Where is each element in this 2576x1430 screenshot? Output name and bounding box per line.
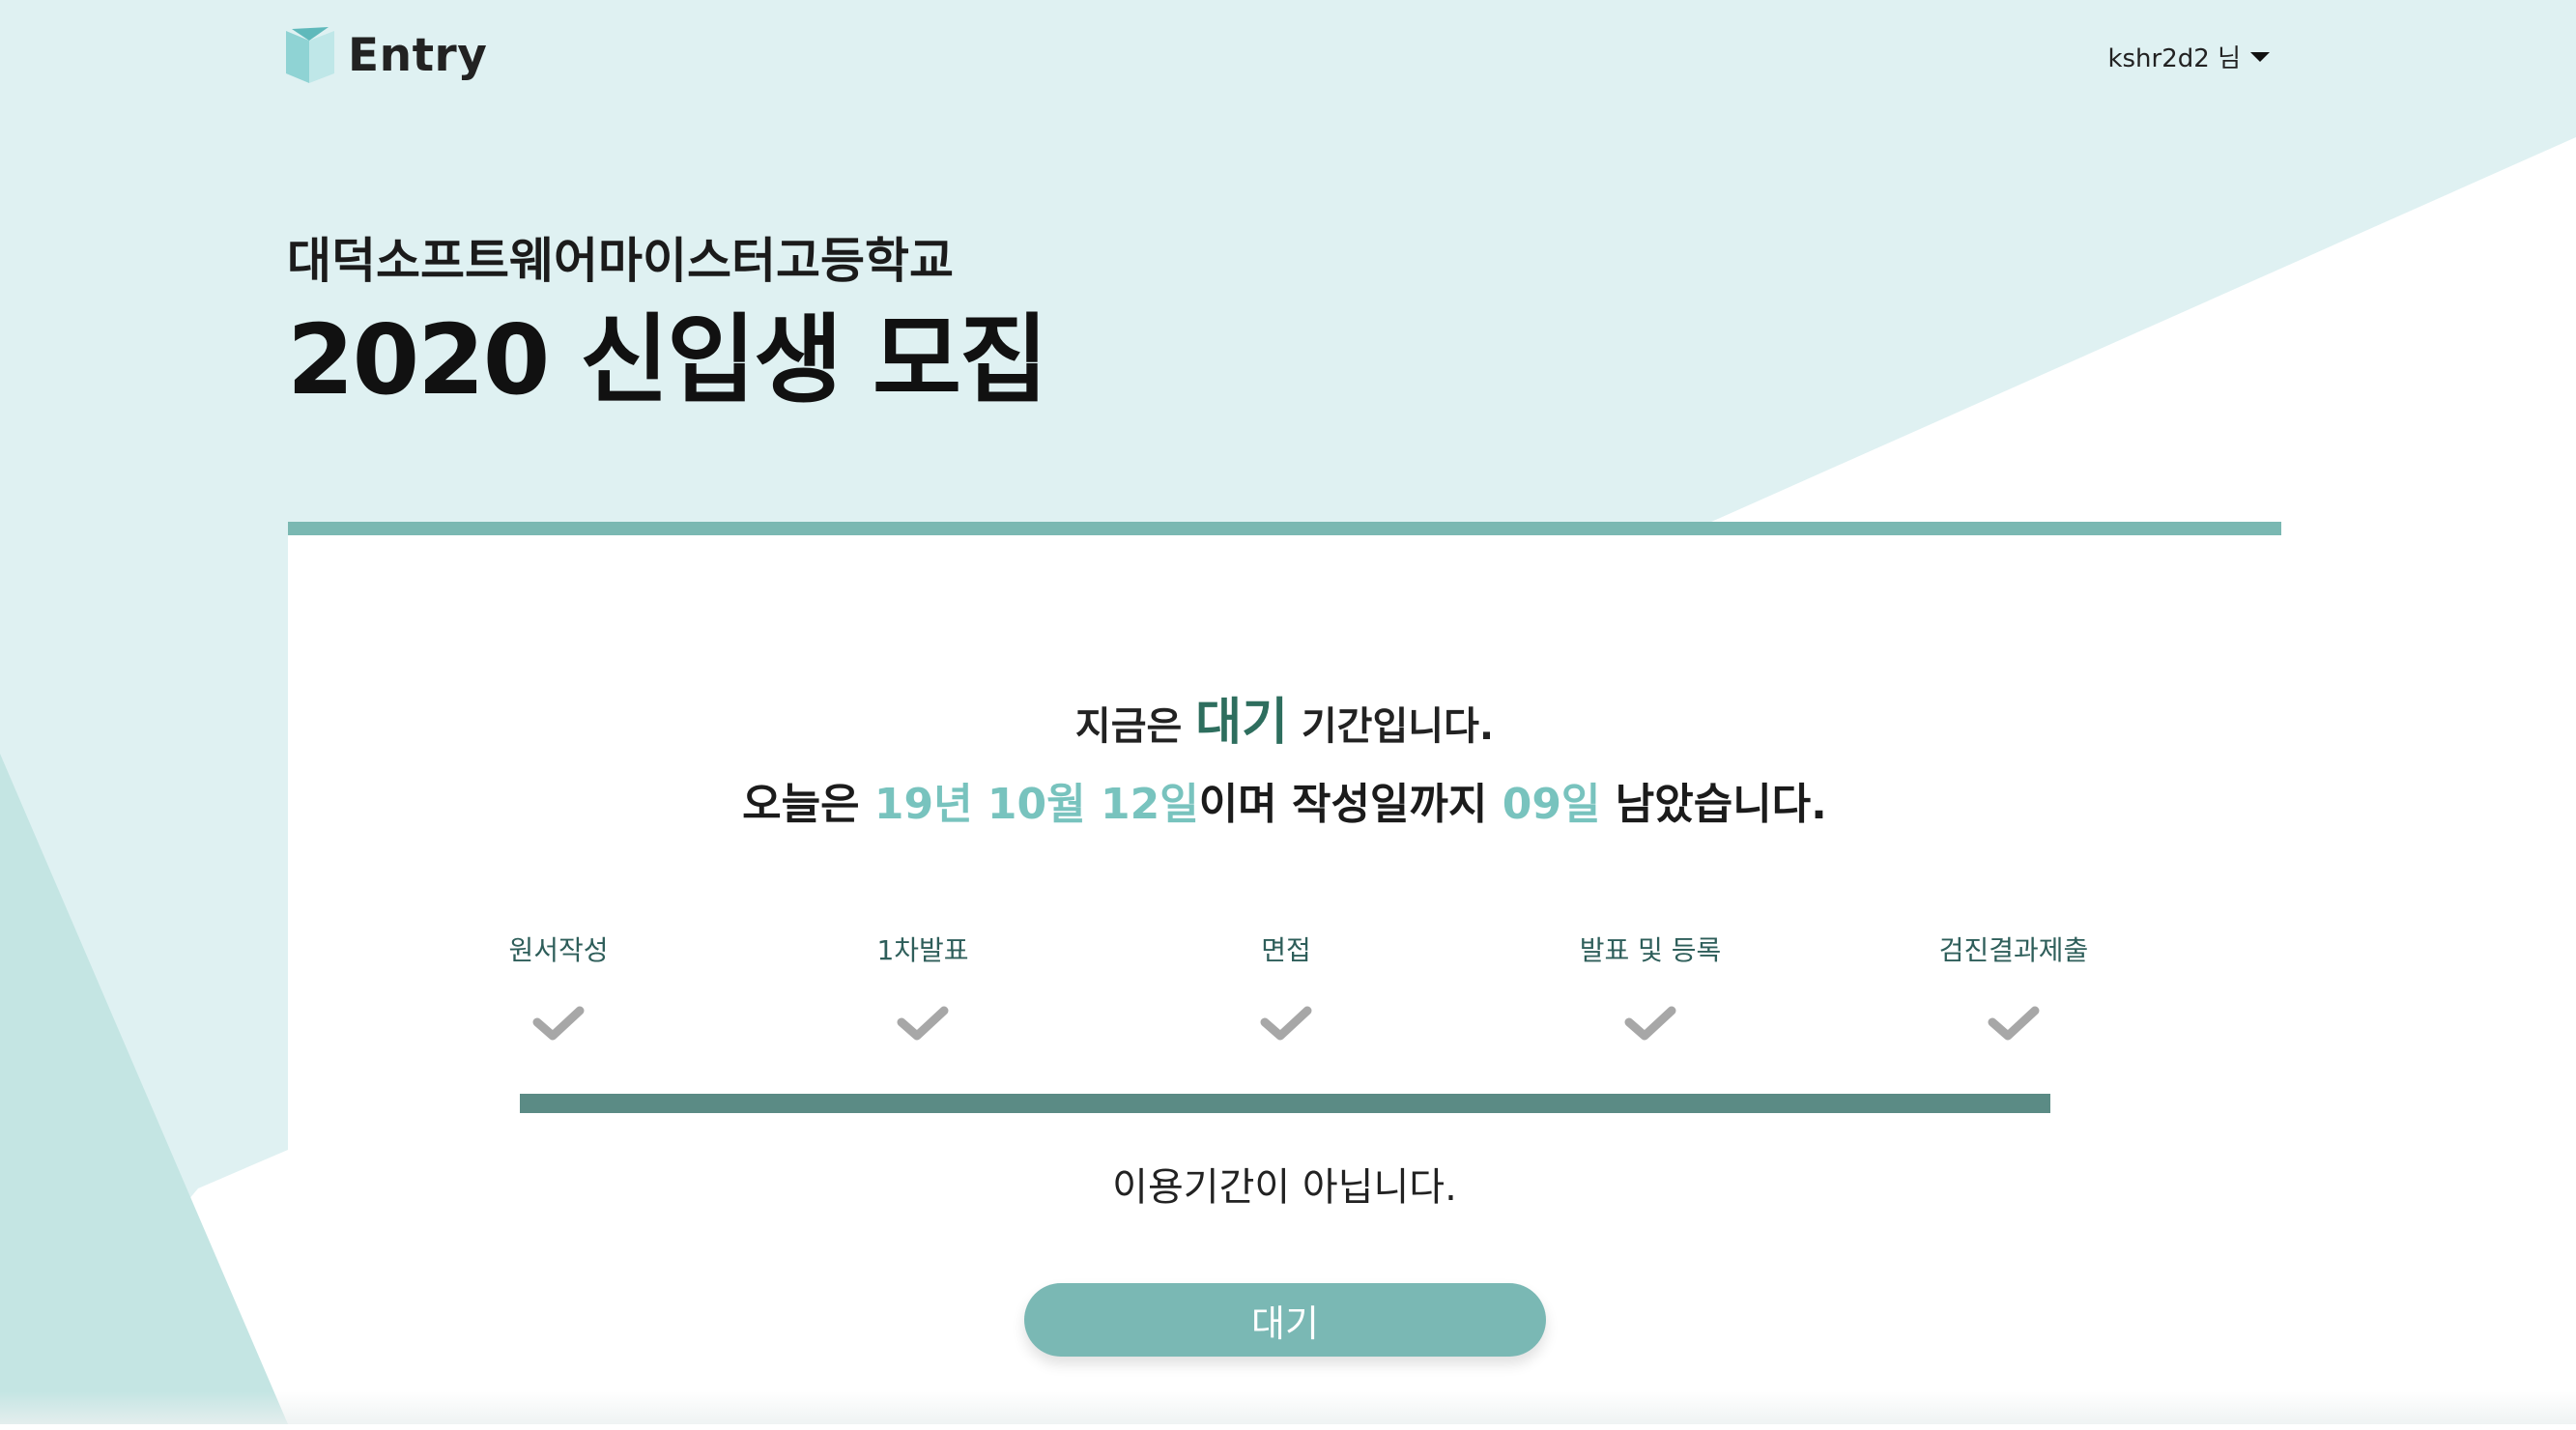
phase-prefix: 지금은 [1074,704,1183,749]
progress-bar [520,1094,2050,1113]
today-date: 19년 10월 12일 [873,780,1199,829]
caret-down-icon [2250,51,2270,62]
step-label: 면접 [1261,934,1311,966]
phase-suffix: 기간입니다. [1301,704,1495,749]
status-card: 지금은 대기 기간입니다. 오늘은 19년 10월 12일이며 작성일까지 09… [288,522,2281,1430]
step-health-check-submit: 검진결과제출 [1869,930,2159,1044]
step-label: 발표 및 등록 [1579,934,1722,966]
date-prefix: 오늘은 [742,780,860,829]
step-application: 원서작성 [414,930,703,1044]
user-name-label: kshr2d2 님 [2107,44,2241,73]
entry-logo-text: Entry [348,28,488,82]
phase-name: 대기 [1195,694,1288,752]
check-icon [897,1006,949,1041]
top-header: Entry kshr2d2 님 [0,0,2576,116]
check-icon [1624,1006,1676,1041]
card-accent-bar [288,522,2281,535]
bottom-fade [0,1391,2576,1424]
date-middle: 이며 작성일까지 [1198,780,1488,829]
date-remaining-text: 오늘은 19년 10월 12일이며 작성일까지 09일 남았습니다. [288,769,2281,831]
step-label: 검진결과제출 [1938,934,2089,966]
entry-logo[interactable]: Entry [286,27,487,83]
status-action-button[interactable]: 대기 [1024,1283,1546,1357]
page-title: 2020 신입생 모집 [287,303,1048,416]
days-remaining: 09일 [1502,780,1601,829]
user-menu[interactable]: kshr2d2 님 [2107,39,2270,74]
check-icon [532,1006,585,1041]
step-first-result: 1차발표 [778,930,1068,1044]
step-interview: 면접 [1141,930,1431,1044]
step-label: 원서작성 [508,934,609,966]
date-suffix: 남았습니다. [1615,780,1827,829]
step-announcement-registration: 발표 및 등록 [1505,930,1795,1044]
current-phase-text: 지금은 대기 기간입니다. [288,681,2281,754]
school-name: 대덕소프트웨어마이스터고등학교 [287,233,954,289]
step-label: 1차발표 [876,934,969,966]
check-icon [1260,1006,1312,1041]
hero-section: 대덕소프트웨어마이스터고등학교 2020 신입생 모집 [287,232,1048,416]
check-icon [1988,1006,2040,1041]
entry-logo-icon [286,27,334,83]
process-steps: 원서작성 1차발표 면접 발표 및 등록 검진결과제출 [288,930,2281,1045]
availability-notice: 이용기간이 아닙니다. [1112,1165,1457,1210]
